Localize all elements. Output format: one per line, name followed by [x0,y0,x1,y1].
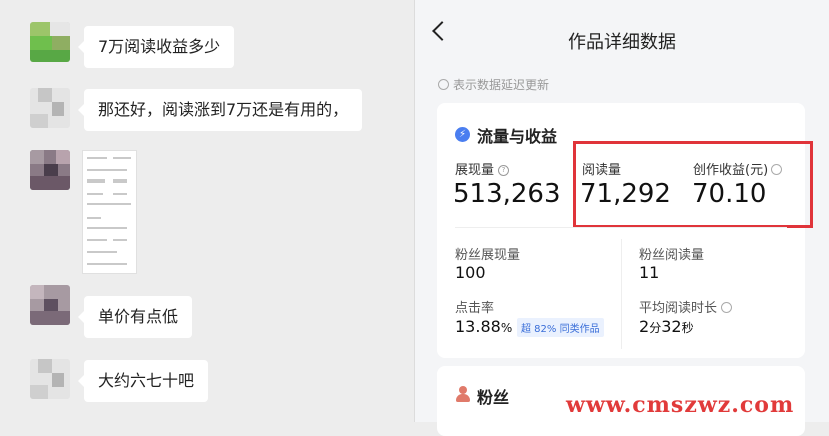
avatar[interactable] [30,22,70,62]
fans-title: 粉丝 [477,388,510,407]
fan-impressions-label: 粉丝展现量 [455,248,521,263]
ctr-value: 13.88% [455,317,513,336]
divider [621,239,622,349]
watermark: www.cmszwz.com [566,392,795,418]
help-icon[interactable]: ? [498,165,510,176]
delay-notice-text: 表示数据延迟更新 [453,78,550,92]
section-title: 流量与收益 [477,127,558,146]
clock-icon [438,79,449,90]
page-title: 作品详细数据 [568,32,676,53]
ctr-label: 点击率 [455,301,495,316]
user-icon [455,386,471,402]
highlight-box [573,141,813,228]
fan-reads-value: 11 [639,263,660,282]
lightning-icon: ⚡ [455,127,470,142]
image-message[interactable] [82,150,137,274]
fan-impressions-value: 100 [455,263,486,282]
avg-time-value: 2分32秒 [639,317,694,336]
avatar[interactable] [30,88,70,128]
divider [455,227,787,228]
avatar[interactable] [30,359,70,399]
chat-message[interactable]: 单价有点低 [77,296,193,338]
avatar[interactable] [30,150,70,190]
impressions-value: 513,263 [453,179,561,209]
avg-time-label: 平均阅读时长 [639,297,736,316]
chat-message[interactable]: 大约六七十吧 [77,360,209,402]
avatar[interactable] [30,285,70,325]
chat-panel: 7万阅读收益多少 那还好，阅读涨到7万还是有用的， 单价有点低 大约六七十吧 [0,0,414,422]
clock-icon[interactable] [721,302,733,313]
delay-notice: 表示数据延迟更新 [438,76,549,93]
stats-screen: 作品详细数据 表示数据延迟更新 ⚡ 流量与收益 展现量? 513,263 阅读量… [415,0,829,436]
chat-message[interactable]: 那还好，阅读涨到7万还是有用的， [77,89,363,131]
ctr-badge: 超 82% 同类作品 [517,318,604,337]
impressions-label: 展现量? [455,159,510,178]
chat-message[interactable]: 7万阅读收益多少 [77,26,235,68]
fan-reads-label: 粉丝阅读量 [639,248,705,263]
traffic-earnings-card: ⚡ 流量与收益 展现量? 513,263 阅读量 71,292 创作收益(元) … [437,103,813,358]
